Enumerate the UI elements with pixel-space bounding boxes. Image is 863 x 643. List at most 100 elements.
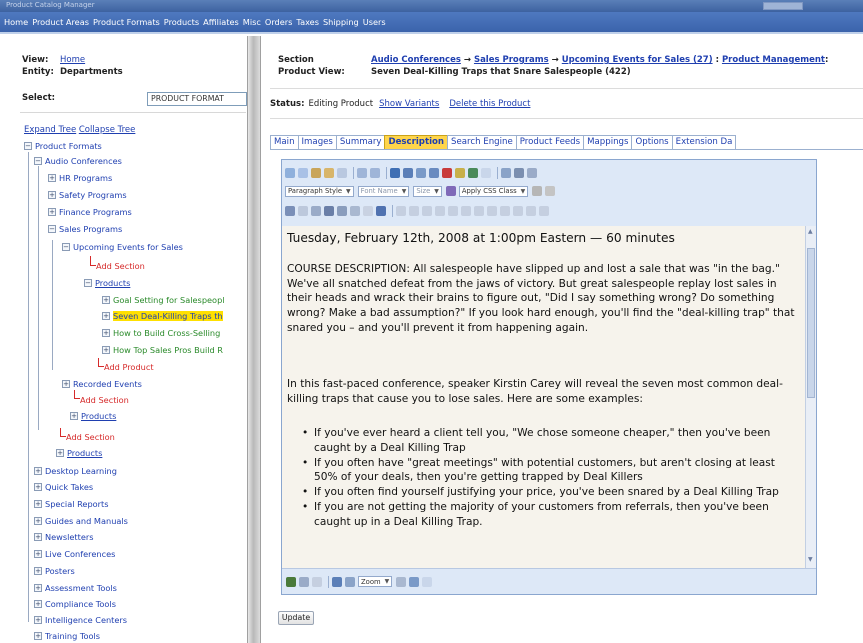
clean-icon[interactable] xyxy=(363,206,373,216)
tree-add-section-link[interactable]: Add Section xyxy=(80,393,129,406)
tree-node-live-conferences[interactable]: + Live Conferences xyxy=(34,547,115,560)
nav-products[interactable]: Products xyxy=(164,17,199,27)
find-icon[interactable] xyxy=(311,206,321,216)
expand-box-icon[interactable]: + xyxy=(48,207,56,216)
scroll-thumb[interactable] xyxy=(807,248,815,398)
tree-node-safety-programs[interactable]: + Safety Programs xyxy=(48,188,127,201)
tree-node-products[interactable]: + Products xyxy=(56,446,102,459)
tree-add-product-link[interactable]: Add Product xyxy=(104,360,154,373)
tree-node-cross-selling[interactable]: + How to Build Cross-Selling xyxy=(102,326,220,339)
collapse-box-icon[interactable]: − xyxy=(48,224,56,233)
tree-node-audio-conferences[interactable]: − Audio Conferences xyxy=(34,154,122,167)
tree-node-hr-programs[interactable]: + HR Programs xyxy=(48,171,112,184)
underline-icon[interactable] xyxy=(422,206,432,216)
tree-node-upcoming-events[interactable]: − Upcoming Events for Sales xyxy=(62,240,183,253)
expand-box-icon[interactable]: + xyxy=(34,499,42,508)
highlight-color-icon[interactable] xyxy=(545,186,556,196)
insert-table-icon[interactable] xyxy=(324,206,334,216)
align-left-icon[interactable] xyxy=(448,206,458,216)
expand-box-icon[interactable]: + xyxy=(70,411,78,420)
nav-product-areas[interactable]: Product Areas xyxy=(32,17,89,27)
crumb-upcoming-events[interactable]: Upcoming Events for Sales (27) xyxy=(562,55,713,65)
show-variants-link[interactable]: Show Variants xyxy=(379,99,439,109)
expand-box-icon[interactable]: + xyxy=(34,599,42,608)
tree-node-intelligence-centers[interactable]: + Intelligence Centers xyxy=(34,613,127,626)
tree-node-recorded-events[interactable]: + Recorded Events xyxy=(62,377,142,390)
module-icon[interactable] xyxy=(396,576,407,587)
expand-box-icon[interactable]: + xyxy=(34,466,42,475)
tree-node-product-formats[interactable]: − Product Formats xyxy=(24,139,102,152)
justify-icon[interactable] xyxy=(487,206,497,216)
align-right-icon[interactable] xyxy=(474,206,484,216)
crumb-product-management[interactable]: Product Management xyxy=(722,55,825,65)
zoom-dropdown[interactable]: Zoom ▼ xyxy=(358,576,393,587)
about-icon[interactable] xyxy=(376,206,386,216)
tab-product-feeds[interactable]: Product Feeds xyxy=(515,135,585,149)
stats-icon[interactable] xyxy=(409,576,420,587)
nav-orders[interactable]: Orders xyxy=(265,17,293,27)
tab-mappings[interactable]: Mappings xyxy=(583,135,633,149)
bold-icon[interactable] xyxy=(396,206,406,216)
expand-box-icon[interactable]: + xyxy=(48,173,56,182)
paragraph-style-dropdown[interactable]: Paragraph Style ▼ xyxy=(285,185,354,197)
delete-product-link[interactable]: Delete this Product xyxy=(449,99,530,109)
paste-icon[interactable] xyxy=(324,168,334,178)
media-icon[interactable] xyxy=(455,168,465,178)
tree-node-products[interactable]: + Products xyxy=(70,409,116,422)
expand-box-icon[interactable]: + xyxy=(34,549,42,558)
expand-box-icon[interactable]: + xyxy=(102,311,110,320)
tab-main[interactable]: Main xyxy=(270,135,299,149)
expand-box-icon[interactable]: + xyxy=(34,615,42,624)
update-button[interactable]: Update xyxy=(278,611,314,625)
tab-summary[interactable]: Summary xyxy=(335,135,386,149)
link-icon[interactable] xyxy=(429,168,439,178)
preview-icon[interactable] xyxy=(312,576,322,587)
tools-icon[interactable] xyxy=(514,168,524,178)
spell-check-icon[interactable] xyxy=(350,206,360,216)
expand-box-icon[interactable]: + xyxy=(34,516,42,525)
image-icon[interactable] xyxy=(416,168,426,178)
flash-icon[interactable] xyxy=(442,168,452,178)
tab-description[interactable]: Description xyxy=(384,135,449,149)
nav-shipping[interactable]: Shipping xyxy=(323,17,359,27)
tree-node-products[interactable]: − Products xyxy=(84,276,130,289)
tree-node-guides[interactable]: + Guides and Manuals xyxy=(34,514,128,527)
nav-product-formats[interactable]: Product Formats xyxy=(93,17,160,27)
expand-box-icon[interactable]: + xyxy=(34,532,42,541)
collapse-tree-link[interactable]: Collapse Tree xyxy=(79,125,136,135)
editor-content[interactable]: Tuesday, February 12th, 2008 at 1:00pm E… xyxy=(282,226,805,568)
select-dropdown[interactable]: PRODUCT FORMAT xyxy=(147,92,247,106)
expand-box-icon[interactable]: + xyxy=(102,295,110,304)
expand-box-icon[interactable]: + xyxy=(34,583,42,592)
tree-node-newsletters[interactable]: + Newsletters xyxy=(34,530,94,543)
undo-icon[interactable] xyxy=(357,168,367,178)
scroll-down-icon[interactable]: ▼ xyxy=(808,557,814,563)
view-home-link[interactable]: Home xyxy=(60,54,85,66)
italic-icon[interactable] xyxy=(409,206,419,216)
tab-extension-data[interactable]: Extension Da xyxy=(671,135,737,149)
tree-node-assessment-tools[interactable]: + Assessment Tools xyxy=(34,581,117,594)
redo-icon[interactable] xyxy=(370,168,380,178)
nav-affiliates[interactable]: Affiliates xyxy=(203,17,239,27)
apply-css-dropdown[interactable]: Apply CSS Class ▼ xyxy=(458,185,529,197)
tree-node-special-reports[interactable]: + Special Reports xyxy=(34,497,109,510)
tree-node-sales-programs[interactable]: − Sales Programs xyxy=(48,222,122,235)
tree-node-posters[interactable]: + Posters xyxy=(34,564,75,577)
strike-icon[interactable] xyxy=(435,206,445,216)
font-name-dropdown[interactable]: Font Name ▼ xyxy=(357,185,410,197)
font-size-dropdown[interactable]: Size ▼ xyxy=(413,185,442,197)
expand-box-icon[interactable]: + xyxy=(34,566,42,575)
align-center-icon[interactable] xyxy=(461,206,471,216)
nav-users[interactable]: Users xyxy=(363,17,386,27)
expand-box-icon[interactable]: + xyxy=(62,379,70,388)
refresh-icon[interactable] xyxy=(422,576,433,587)
collapse-box-icon[interactable]: − xyxy=(34,156,42,165)
tree-node-top-sales[interactable]: + How Top Sales Pros Build R xyxy=(102,343,223,356)
help-icon[interactable] xyxy=(527,168,537,178)
tree-node-compliance-tools[interactable]: + Compliance Tools xyxy=(34,597,116,610)
document-icon[interactable] xyxy=(468,168,478,178)
collapse-box-icon[interactable]: − xyxy=(62,242,70,251)
tab-images[interactable]: Images xyxy=(297,135,337,149)
nav-home[interactable]: Home xyxy=(4,17,28,27)
top-search-box[interactable] xyxy=(763,2,803,10)
